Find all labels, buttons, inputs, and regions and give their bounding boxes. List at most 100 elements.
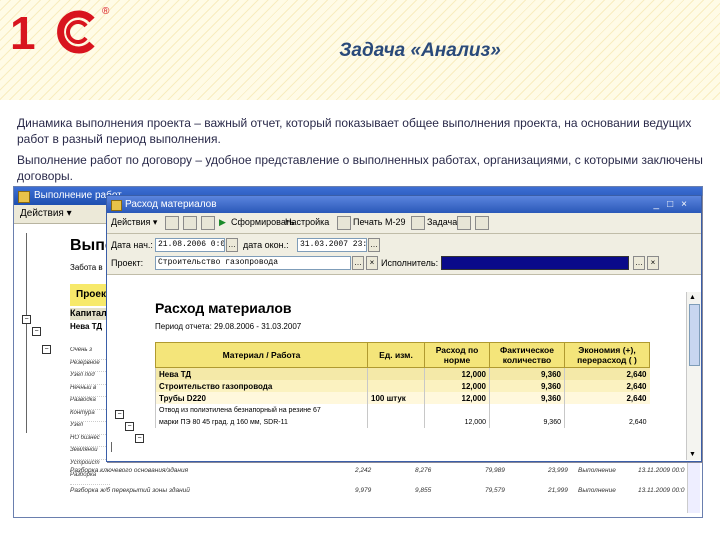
scroll-up-icon[interactable]: ▲ — [689, 294, 696, 301]
cell-unit — [367, 404, 425, 416]
table-row[interactable]: Отвод из полиэтилена безнапорный на рези… — [155, 404, 650, 416]
window-material-usage[interactable]: Расход материалов _□× Действия ▾ ▶ Сформ… — [106, 195, 702, 462]
report-table: Материал / Работа Ед. изм. Расход по нор… — [155, 342, 650, 428]
list-item: Очень з — [70, 347, 110, 360]
scroll-thumb[interactable] — [689, 304, 700, 366]
order-icon[interactable] — [411, 216, 425, 230]
table-row[interactable]: Строительство газопровода 12,000 9,360 2… — [155, 380, 650, 392]
list-item: Разводка — [70, 397, 110, 410]
executor-field[interactable] — [441, 256, 629, 270]
play-icon: ▶ — [219, 217, 226, 227]
cell-unit — [367, 380, 425, 392]
actions-menu[interactable]: Действия ▾ — [20, 208, 72, 219]
cell-norm: 12,000 — [424, 380, 490, 392]
cell-norm: 12,000 — [424, 416, 490, 428]
period-from-field[interactable]: 21.08.2006 0:00:00 — [155, 238, 225, 252]
select-button[interactable]: … — [352, 256, 364, 270]
order-button[interactable]: Задача — [427, 217, 457, 227]
list-item: Контура — [70, 410, 110, 422]
table-icon[interactable] — [475, 216, 489, 230]
col-header: Ед. изм. — [367, 342, 425, 368]
cell-fact — [489, 404, 565, 416]
titlebar[interactable]: Расход материалов _□× — [107, 196, 701, 213]
row-value: 79,579 — [485, 487, 505, 494]
tree-line — [26, 233, 27, 433]
scroll-down-icon[interactable]: ▼ — [689, 451, 696, 458]
cell-unit — [367, 367, 425, 380]
window-icon — [111, 200, 122, 211]
window-buttons[interactable]: _□× — [654, 196, 695, 213]
cell-name: Трубы D220 — [155, 392, 368, 404]
help-icon[interactable] — [201, 216, 215, 230]
row-value: 21,999 — [548, 487, 568, 494]
cell-unit: 100 штук — [367, 392, 425, 404]
list-item: Нечный в — [70, 385, 110, 397]
paragraph-dynamics: Динамика выполнения проекта – важный отч… — [17, 116, 692, 146]
cell-norm: 12,000 — [424, 367, 490, 380]
tree-toggle[interactable]: − — [32, 327, 41, 336]
tree-toggle[interactable]: − — [135, 434, 144, 443]
row-date: 13.11.2009 00:0 — [638, 467, 685, 474]
report-area: − − − Расход материалов Период отчета: 2… — [107, 292, 685, 460]
project-label: Проект: — [111, 258, 144, 268]
row-date: 13.11.2009 00:0 — [638, 487, 685, 494]
vertical-scrollbar[interactable]: ▲ ▼ — [686, 292, 701, 460]
tree-toggle[interactable]: − — [42, 345, 51, 354]
clear-button[interactable]: × — [366, 256, 378, 270]
row-value: 9,979 — [355, 487, 372, 494]
grid-icon[interactable] — [457, 216, 471, 230]
copy-icon[interactable] — [165, 216, 179, 230]
cell-name: марки ПЭ 80 45 град. д 160 мм, SDR-11 — [155, 416, 368, 428]
tree-toggle[interactable]: − — [22, 315, 31, 324]
row-value: 8,276 — [415, 467, 432, 474]
calendar-button[interactable]: … — [368, 238, 380, 252]
select-button[interactable]: … — [633, 256, 645, 270]
table-row: Разборка ж/б перекрытий зоны зданий 9,97… — [70, 485, 700, 498]
cell-name: Строительство газопровода — [155, 380, 368, 392]
row-value: 79,989 — [485, 467, 505, 474]
cell-diff: 2,640 — [564, 392, 650, 404]
save-icon[interactable] — [183, 216, 197, 230]
table-header-row: Материал / Работа Ед. изм. Расход по нор… — [155, 342, 650, 368]
col-header: Материал / Работа — [155, 342, 368, 368]
list-item: Земляной — [70, 447, 110, 460]
cell-norm: 12,000 — [424, 392, 490, 404]
table-row[interactable]: Нева ТД 12,000 9,360 2,640 — [155, 367, 650, 380]
cell-fact: 9,360 — [489, 416, 565, 428]
slide-title: Задача «Анализ» — [339, 40, 501, 61]
period-to-field[interactable]: 31.03.2007 23:59:59 — [297, 238, 367, 252]
settings-button[interactable]: Настройка — [285, 217, 329, 227]
row-name: Разборка ключевого основания/здания — [70, 467, 189, 474]
cell-diff: 2,640 — [564, 367, 650, 380]
clear-button[interactable]: × — [647, 256, 659, 270]
row-status: Выполнение — [578, 467, 616, 474]
table-row[interactable]: марки ПЭ 80 45 град. д 160 мм, SDR-11 12… — [155, 416, 650, 428]
report-params: Дата нач.: 21.08.2006 0:00:00 … дата око… — [107, 234, 701, 275]
calendar-button[interactable]: … — [226, 238, 238, 252]
report-title: Расход материалов — [155, 300, 292, 316]
list-item: Узел — [70, 422, 110, 435]
list-item: Узел под — [70, 372, 110, 385]
doc-subtitle: Забота в — [70, 263, 103, 272]
col-header: Экономия (+), перерасход ( ) — [564, 342, 650, 368]
work-list: Очень з Резервное Узел под Нечный в Разв… — [70, 347, 110, 485]
logo-registered: ® — [102, 6, 110, 17]
period-from-label: Дата нач.: — [111, 240, 153, 250]
cell-fact: 9,360 — [489, 392, 565, 404]
cell-diff: 2,640 — [564, 380, 650, 392]
col-header: Расход по норме — [424, 342, 490, 368]
tree-toggle[interactable]: − — [125, 422, 134, 431]
window-title: Расход материалов — [125, 199, 217, 210]
actions-menu[interactable]: Действия ▾ — [111, 217, 157, 228]
row-status: Выполнение — [578, 487, 616, 494]
table-row[interactable]: Трубы D220 100 штук 12,000 9,360 2,640 — [155, 392, 650, 404]
row-value: 2,242 — [355, 467, 372, 474]
project-field[interactable]: Строительство газопровода — [155, 256, 351, 270]
window-icon — [18, 191, 30, 203]
print-icon[interactable] — [337, 216, 351, 230]
cell-unit — [367, 416, 425, 428]
executor-label: Исполнитель: — [381, 258, 439, 268]
row-value: 23,999 — [548, 467, 568, 474]
tree-toggle[interactable]: − — [115, 410, 124, 419]
print-button[interactable]: Печать М-29 — [353, 217, 406, 227]
